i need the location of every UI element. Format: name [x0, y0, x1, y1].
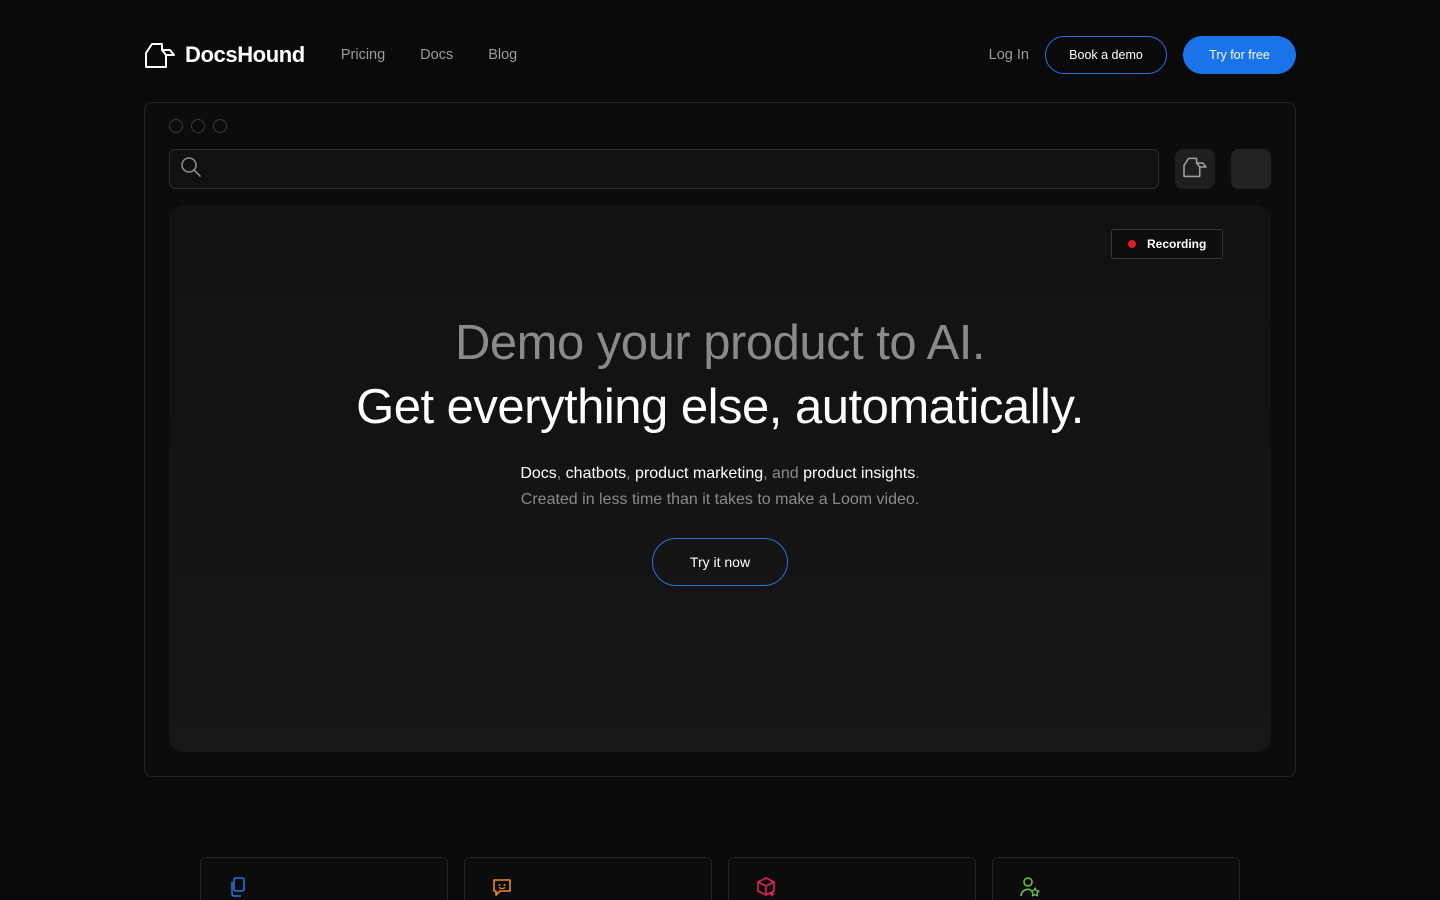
nav-actions: Log In Book a demo Try for free	[989, 36, 1296, 74]
docshound-logo-icon	[144, 41, 176, 69]
demo-stage: Recording Demo your product to AI. Get e…	[169, 205, 1271, 752]
profile-button[interactable]	[1231, 149, 1271, 189]
nav-link-blog[interactable]: Blog	[488, 47, 517, 63]
brand-name: DocsHound	[185, 42, 305, 67]
window-controls	[169, 119, 227, 133]
chatbot-icon	[491, 876, 513, 898]
subline-chatbots: chatbots	[565, 465, 627, 482]
top-nav: DocsHound Pricing Docs Blog Log In Book …	[144, 36, 1296, 74]
headline-secondary: Get everything else, automatically.	[356, 380, 1084, 434]
headline-primary: Demo your product to AI.	[455, 316, 986, 370]
book-demo-button[interactable]: Book a demo	[1045, 36, 1167, 74]
subline-sep: ,	[626, 465, 636, 482]
docshound-logo-icon	[1182, 156, 1208, 183]
nav-links: Pricing Docs Blog	[341, 47, 517, 63]
feature-card-chatbots[interactable]	[464, 857, 712, 900]
nav-link-pricing[interactable]: Pricing	[341, 47, 385, 63]
product-marketing-icon	[755, 876, 777, 898]
subline-product-marketing: product marketing	[635, 465, 764, 482]
product-insights-icon	[1019, 876, 1041, 898]
recording-dot-icon	[1128, 240, 1136, 248]
subline-secondary: Created in less time than it takes to ma…	[520, 491, 920, 508]
recording-label: Recording	[1147, 237, 1207, 251]
window-dot-minimize	[191, 119, 205, 133]
docshound-extension-button[interactable]	[1175, 149, 1215, 189]
subline-product-insights: product insights	[803, 465, 916, 482]
search-input[interactable]	[169, 149, 1159, 189]
window-dot-maximize	[213, 119, 227, 133]
subline-end: .	[915, 465, 920, 482]
feature-card-docs[interactable]	[200, 857, 448, 900]
try-it-now-button[interactable]: Try it now	[652, 538, 788, 586]
search-icon	[180, 156, 202, 183]
app-window: Recording Demo your product to AI. Get e…	[144, 102, 1296, 777]
login-link[interactable]: Log In	[989, 47, 1029, 63]
window-dot-close	[169, 119, 183, 133]
nav-link-docs[interactable]: Docs	[420, 47, 453, 63]
subline-sep: ,	[556, 465, 566, 482]
logo[interactable]: DocsHound	[144, 41, 305, 69]
page: DocsHound Pricing Docs Blog Log In Book …	[0, 0, 1440, 900]
feature-card-product-insights[interactable]	[992, 857, 1240, 900]
subline-docs: Docs	[520, 465, 557, 482]
feature-subline: Docs, chatbots, product marketing, and p…	[169, 463, 1271, 485]
docs-icon	[227, 876, 249, 898]
recording-badge[interactable]: Recording	[1111, 229, 1223, 259]
feature-card-product-marketing[interactable]	[728, 857, 976, 900]
try-for-free-button[interactable]: Try for free	[1183, 36, 1296, 74]
subline-sep: , and	[763, 465, 804, 482]
